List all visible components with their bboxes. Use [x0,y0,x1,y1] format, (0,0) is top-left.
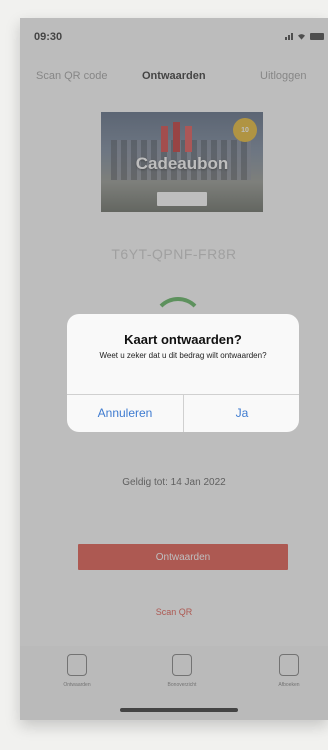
confirm-button[interactable]: Ja [184,394,299,432]
cancel-button[interactable]: Annuleren [67,394,183,432]
phone-screen: 09:30 Scan QR code Ontwaarden Uitloggen … [20,18,328,720]
confirm-dialog: Kaart ontwaarden? Weet u zeker dat u dit… [67,314,299,432]
dialog-title: Kaart ontwaarden? [124,332,242,347]
dialog-message: Weet u zeker dat u dit bedrag wilt ontwa… [99,351,267,360]
